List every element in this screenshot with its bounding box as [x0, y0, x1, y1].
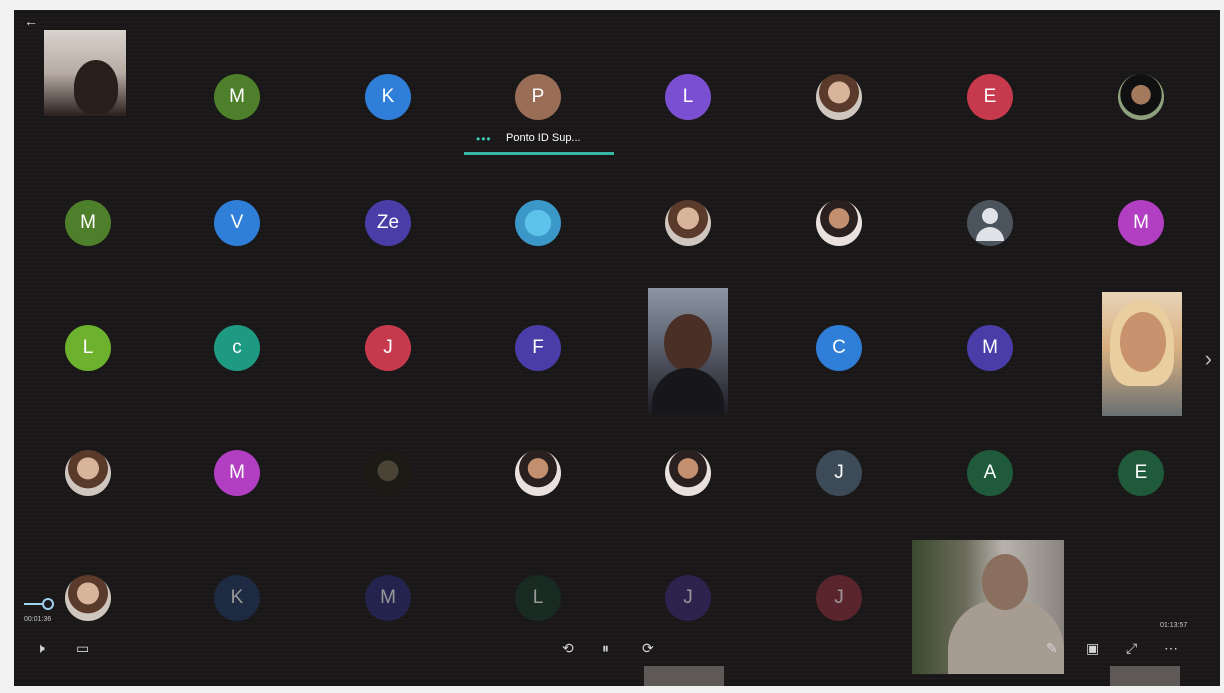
- participant-video-1[interactable]: [44, 30, 126, 116]
- participant-avatar-photo[interactable]: [515, 200, 561, 246]
- pause-icon[interactable]: ⏸: [602, 640, 609, 657]
- participant-avatar-photo[interactable]: [816, 200, 862, 246]
- participant-avatar-initial[interactable]: J: [816, 575, 862, 621]
- participant-avatar-photo[interactable]: [1118, 74, 1164, 120]
- participant-avatar-initial[interactable]: A: [967, 450, 1013, 496]
- speaking-dots-icon: •••: [476, 132, 492, 146]
- participant-avatar-initial[interactable]: E: [1118, 450, 1164, 496]
- progress-slider[interactable]: [24, 598, 60, 610]
- participant-avatar-initial[interactable]: L: [65, 325, 111, 371]
- participant-avatar-photo[interactable]: [665, 200, 711, 246]
- participant-avatar-initial[interactable]: c: [214, 325, 260, 371]
- participant-avatar-initial[interactable]: Ze: [365, 200, 411, 246]
- participant-avatar-initial[interactable]: P: [515, 74, 561, 120]
- participant-avatar-initial[interactable]: M: [1118, 200, 1164, 246]
- participant-avatar-photo[interactable]: [515, 450, 561, 496]
- participant-avatar-photo[interactable]: [365, 450, 411, 496]
- participant-avatar-initial[interactable]: J: [365, 325, 411, 371]
- volume-icon[interactable]: 🕨: [36, 640, 45, 657]
- participant-avatar-initial[interactable]: M: [967, 325, 1013, 371]
- participant-avatar-initial[interactable]: K: [365, 74, 411, 120]
- participant-avatar-initial[interactable]: J: [665, 575, 711, 621]
- participant-video-2[interactable]: [648, 288, 728, 414]
- thumbnail-preview-self: [1110, 666, 1180, 686]
- more-icon[interactable]: ⋯: [1164, 640, 1178, 657]
- picture-in-picture-icon[interactable]: ▣: [1086, 640, 1099, 657]
- forward-icon[interactable]: ⟳: [642, 640, 654, 657]
- participant-avatar-photo[interactable]: [65, 575, 111, 621]
- total-time: 01:13:57: [1160, 622, 1188, 629]
- participant-avatar-photo[interactable]: [816, 74, 862, 120]
- thumbnail-preview: [644, 666, 724, 686]
- fullscreen-icon[interactable]: ⤢: [1126, 640, 1137, 657]
- meeting-recording-viewer: ← M K P L E M V Ze M Lc J F C M M J A E K M L J J ••• Ponto ID…: [14, 10, 1220, 686]
- participant-avatar-initial[interactable]: L: [515, 575, 561, 621]
- chat-icon[interactable]: ▭: [76, 640, 89, 657]
- participant-avatar-initial[interactable]: J: [816, 450, 862, 496]
- edit-icon[interactable]: ✎: [1046, 640, 1058, 657]
- participant-avatar-initial[interactable]: L: [665, 74, 711, 120]
- slider-knob[interactable]: [42, 598, 54, 610]
- participant-avatar-initial[interactable]: M: [65, 200, 111, 246]
- participant-avatar-initial[interactable]: K: [214, 575, 260, 621]
- participant-avatar-initial[interactable]: C: [816, 325, 862, 371]
- default-user-icon[interactable]: [967, 200, 1013, 246]
- participant-avatar-initial[interactable]: M: [214, 74, 260, 120]
- speaker-indicator-bar: [464, 152, 614, 155]
- participant-avatar-photo[interactable]: [65, 450, 111, 496]
- speaker-name: Ponto ID Sup...: [506, 132, 581, 144]
- elapsed-time: 00:01:36: [24, 616, 52, 623]
- participant-avatar-initial[interactable]: M: [365, 575, 411, 621]
- participant-avatar-initial[interactable]: E: [967, 74, 1013, 120]
- back-arrow-icon[interactable]: ←: [24, 12, 38, 30]
- active-speaker-label: ••• Ponto ID Sup...: [464, 128, 614, 160]
- participant-avatar-initial[interactable]: M: [214, 450, 260, 496]
- participant-video-3[interactable]: [1102, 292, 1182, 416]
- participant-video-self[interactable]: [912, 540, 1064, 674]
- participant-avatar-initial[interactable]: F: [515, 325, 561, 371]
- rewind-icon[interactable]: ⟲: [562, 640, 574, 657]
- participant-avatar-initial[interactable]: V: [214, 200, 260, 246]
- participant-avatar-photo[interactable]: [665, 450, 711, 496]
- next-page-chevron-icon[interactable]: ›: [1205, 346, 1212, 372]
